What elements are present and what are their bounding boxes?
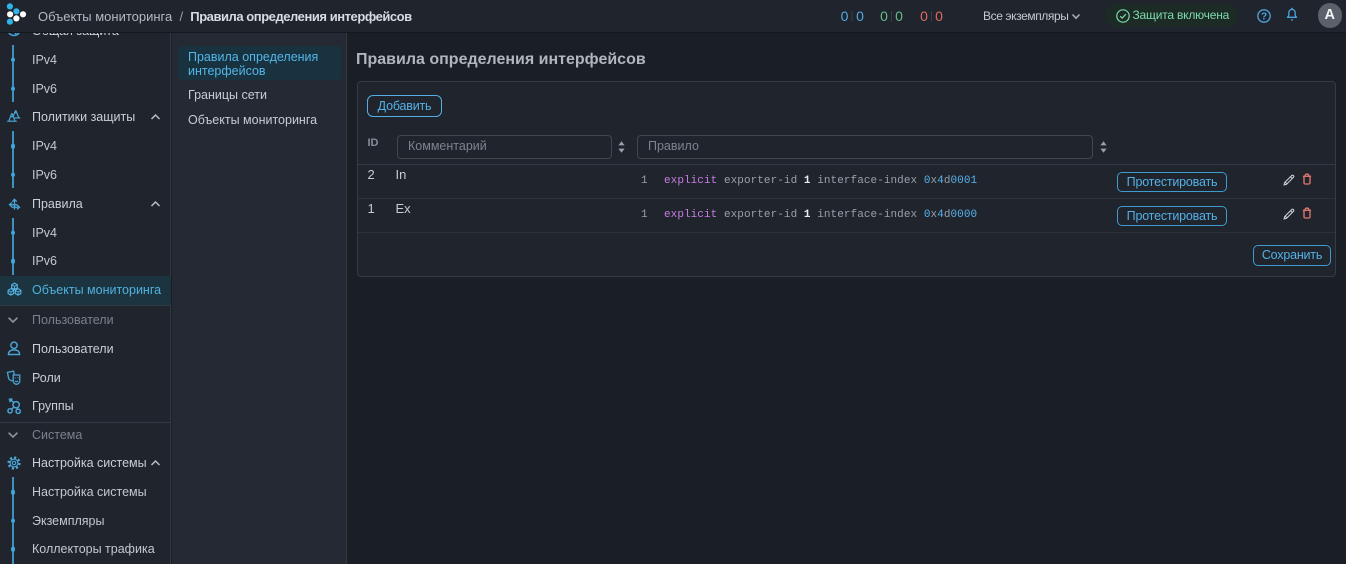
svg-text:?: ?: [1260, 11, 1266, 22]
